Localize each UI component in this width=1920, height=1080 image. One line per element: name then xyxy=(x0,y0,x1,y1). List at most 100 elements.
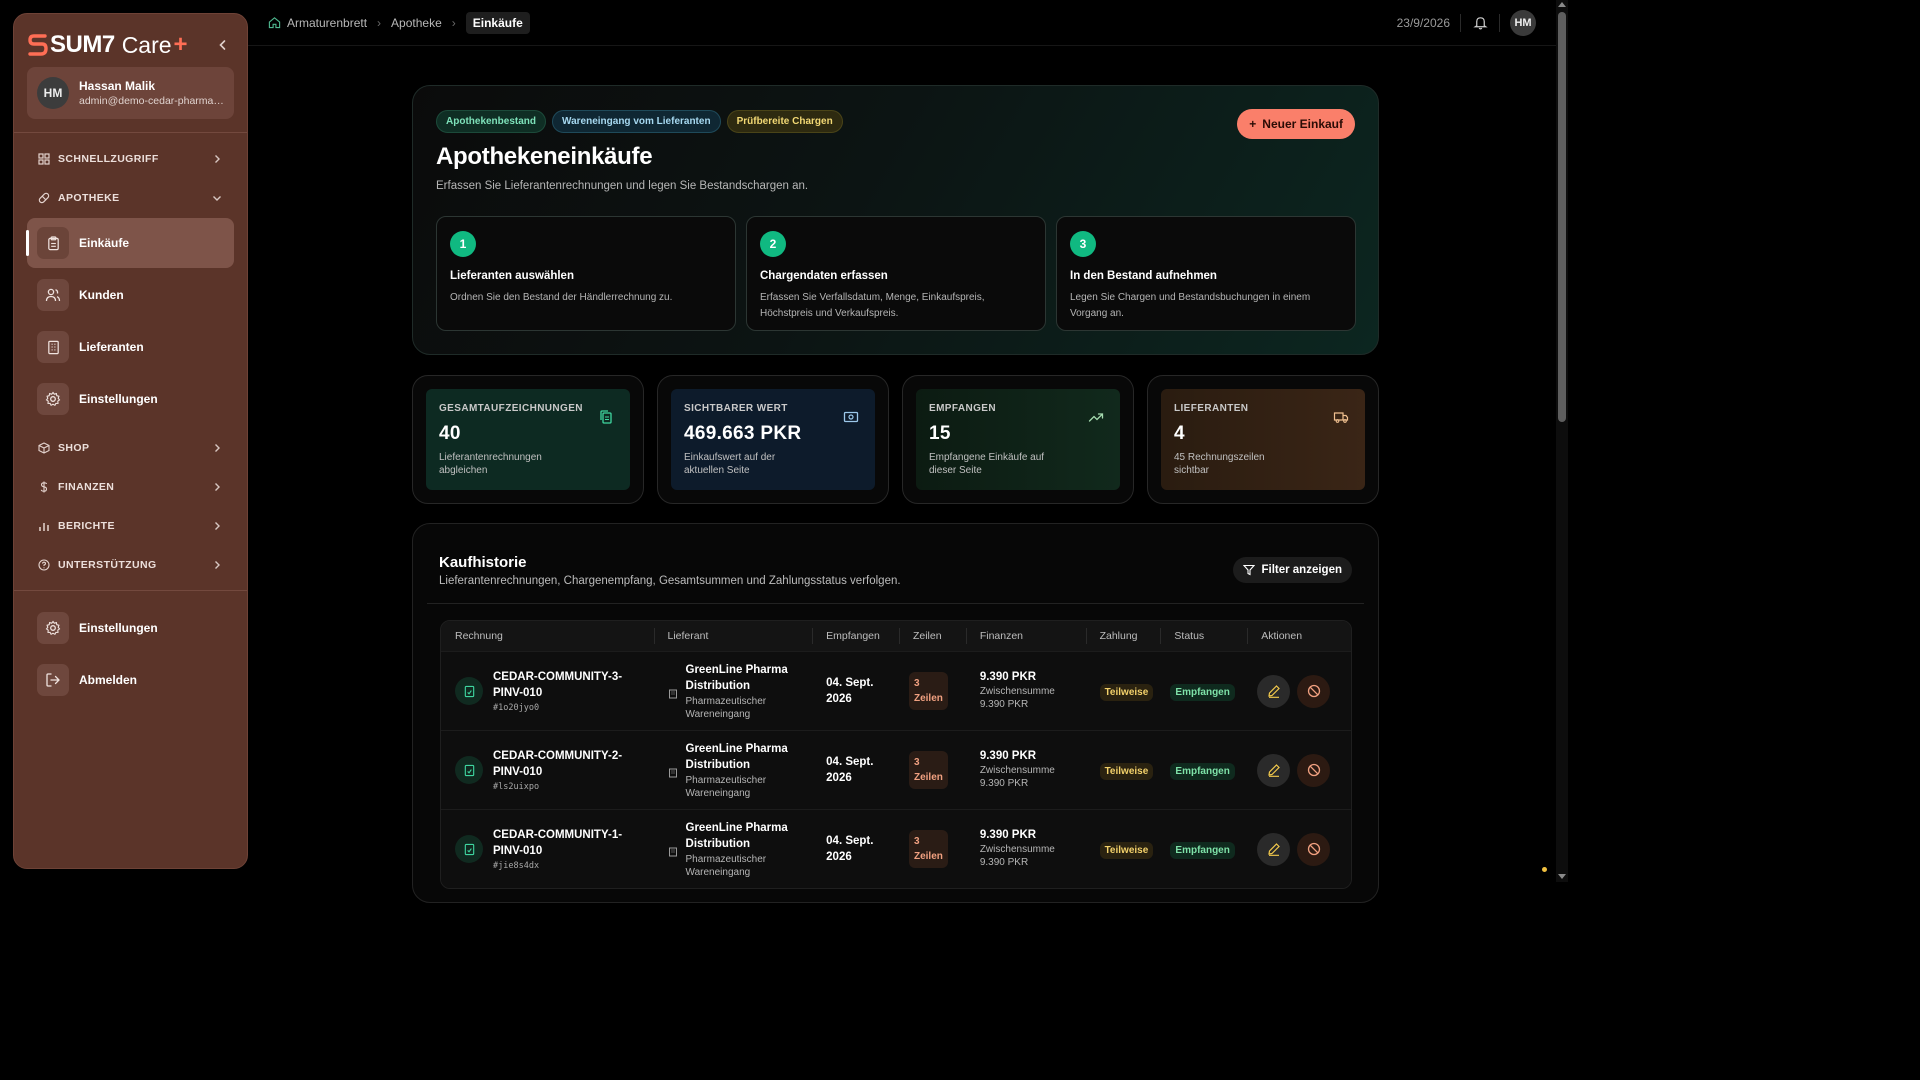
step-title: Lieferanten auswählen xyxy=(450,270,574,282)
status-dot xyxy=(1542,867,1547,872)
gear-icon xyxy=(37,383,69,415)
sidebar-item-purchases[interactable]: Einkäufe xyxy=(26,218,234,268)
stat-label: GESAMTAUFZEICHNUNGEN xyxy=(439,403,583,414)
user-email: admin@demo-cedar-pharmacy.... xyxy=(79,95,225,107)
page-subtitle: Erfassen Sie Lieferantenrechnungen und l… xyxy=(436,180,809,192)
breadcrumb-label: Apotheke xyxy=(391,15,442,30)
sidebar-item-settings[interactable]: Einstellungen xyxy=(27,374,234,424)
invoice-number[interactable]: CEDAR-COMMUNITY-1- PINV-010 xyxy=(493,827,622,859)
brand-product: Care xyxy=(121,31,172,58)
step-list: 1 Lieferanten auswählen Ordnen Sie den B… xyxy=(436,216,1356,331)
users-icon xyxy=(37,279,69,311)
received-date: 04. Sept. 2026 xyxy=(826,756,874,784)
status-badge: Empfangen xyxy=(1170,683,1235,701)
sidebar-item-bottom-settings[interactable]: Einstellungen xyxy=(27,603,234,653)
brand-logo[interactable]: SUM7 Care + xyxy=(28,31,188,59)
supplier-name: GreenLine Pharma Distribution xyxy=(685,663,788,692)
sidebar-item-label: Kunden xyxy=(79,288,124,302)
current-date: 23/9/2026 xyxy=(1396,15,1450,30)
subtotal: Zwischensumme 9.390 PKR xyxy=(979,765,1055,789)
section-label: SCHNELLZUGRIFF xyxy=(58,152,159,165)
column-header: Aktionen xyxy=(1247,621,1351,651)
section-support[interactable]: UNTERSTÜTZUNG xyxy=(14,545,247,584)
section-shop[interactable]: SHOP xyxy=(14,428,247,467)
section-pharmacy[interactable]: APOTHEKE xyxy=(14,178,247,217)
chevron-right-icon xyxy=(211,442,223,454)
step-number: 1 xyxy=(450,231,476,257)
column-header: Rechnung xyxy=(455,630,503,642)
total-amount: 9.390 PKR xyxy=(979,750,1037,762)
payment-badge: Teilweise xyxy=(1099,762,1154,780)
tag-chip: Prüfbereite Chargen xyxy=(726,110,843,133)
page-scrollbar[interactable] xyxy=(1556,0,1568,882)
new-purchase-button[interactable]: + Neuer Einkauf xyxy=(1237,109,1355,139)
section-quick-access[interactable]: SCHNELLZUGRIFF xyxy=(14,139,247,178)
breadcrumb-pharmacy[interactable]: Apotheke xyxy=(391,16,442,30)
chevron-right-icon: › xyxy=(451,15,456,30)
step-text: Ordnen Sie den Bestand der Händlerrechnu… xyxy=(450,292,673,303)
step-title: Chargendaten erfassen xyxy=(760,270,888,282)
gear-icon xyxy=(37,612,69,644)
sidebar-item-label: Einkäufe xyxy=(79,236,130,250)
table-row[interactable]: CEDAR-COMMUNITY-2- PINV-010 #ls2uixpo Gre… xyxy=(441,730,1351,809)
stat-description: Empfangene Einkäufe auf dieser Seite xyxy=(929,452,1045,476)
brand: SUM7 Care + xyxy=(14,14,247,62)
copy-icon xyxy=(600,410,612,424)
edit-button[interactable] xyxy=(1257,832,1291,866)
building-icon xyxy=(37,331,69,363)
topbar: Armaturenbrett › Apotheke › Einkäufe 23/… xyxy=(248,0,1556,46)
sidebar-item-suppliers[interactable]: Lieferanten xyxy=(27,322,234,372)
lines-badge: 3 Zeilen xyxy=(908,751,948,789)
invoice-icon xyxy=(455,835,483,863)
invoice-number[interactable]: CEDAR-COMMUNITY-2- PINV-010 xyxy=(493,748,622,780)
section-finance[interactable]: FINANZEN xyxy=(14,467,247,506)
purchase-table: Rechnung Lieferant Empfangen Zeilen Fina… xyxy=(440,620,1352,889)
section-reports[interactable]: BERICHTE xyxy=(14,506,247,545)
scroll-thumb[interactable] xyxy=(1558,12,1566,422)
cancel-button[interactable] xyxy=(1297,753,1331,787)
stat-description: 45 Rechnungszeilen sichtbar xyxy=(1174,452,1265,476)
edit-button[interactable] xyxy=(1257,753,1291,787)
show-filter-button[interactable]: Filter anzeigen xyxy=(1233,557,1352,583)
invoice-number[interactable]: CEDAR-COMMUNITY-3- PINV-010 xyxy=(493,669,622,701)
home-icon xyxy=(268,17,281,29)
chevron-down-icon xyxy=(211,192,223,204)
column-header: Empfangen xyxy=(812,621,899,651)
chevron-right-icon xyxy=(211,559,223,571)
stat-card-visible-value: SICHTBARER WERT 469.663 PKR Einkaufswert… xyxy=(657,375,889,504)
user-card[interactable]: HM Hassan Malik admin@demo-cedar-pharmac… xyxy=(27,67,234,119)
collapse-sidebar-button[interactable] xyxy=(213,35,233,55)
pencil-icon xyxy=(1267,764,1280,777)
pill-icon xyxy=(38,191,52,205)
scroll-down-arrow[interactable] xyxy=(1558,874,1566,879)
sidebar-item-label: Einstellungen xyxy=(79,621,158,635)
breadcrumb-purchases[interactable]: Einkäufe xyxy=(465,11,530,34)
brand-s-icon xyxy=(28,34,48,56)
total-amount: 9.390 PKR xyxy=(979,829,1037,841)
breadcrumb-dashboard[interactable]: Armaturenbrett xyxy=(268,16,367,30)
step-card: 1 Lieferanten auswählen Ordnen Sie den B… xyxy=(436,216,736,331)
table-row[interactable]: CEDAR-COMMUNITY-1- PINV-010 #jie8s4dx Gre… xyxy=(441,809,1351,888)
cancel-button[interactable] xyxy=(1297,832,1331,866)
tag-chip: Apothekenbestand xyxy=(436,110,547,133)
stat-description: Lieferantenrechnungen abgleichen xyxy=(439,452,542,476)
sidebar-item-customers[interactable]: Kunden xyxy=(27,270,234,320)
filter-icon xyxy=(1243,564,1256,576)
ban-icon xyxy=(1307,684,1320,698)
banknote-icon xyxy=(843,411,859,423)
cancel-button[interactable] xyxy=(1297,674,1331,708)
sidebar-item-logout[interactable]: Abmelden xyxy=(27,655,234,705)
stat-card-received: EMPFANGEN 15 Empfangene Einkäufe auf die… xyxy=(902,375,1134,504)
edit-button[interactable] xyxy=(1257,674,1291,708)
status-badge: Empfangen xyxy=(1170,762,1235,780)
bar-chart-icon xyxy=(38,519,52,533)
supplier-type: Pharmazeutischer Wareneingang xyxy=(685,774,767,799)
table-row[interactable]: CEDAR-COMMUNITY-3- PINV-010 #1o20jyo0 Gre… xyxy=(441,651,1351,730)
scroll-up-arrow[interactable] xyxy=(1558,2,1566,7)
chevron-right-icon: › xyxy=(377,15,382,30)
bell-icon[interactable] xyxy=(1471,14,1489,32)
avatar[interactable]: HM xyxy=(1510,9,1536,36)
section-label: FINANZEN xyxy=(58,480,115,493)
building-icon xyxy=(668,765,678,778)
chevron-right-icon xyxy=(211,153,223,165)
